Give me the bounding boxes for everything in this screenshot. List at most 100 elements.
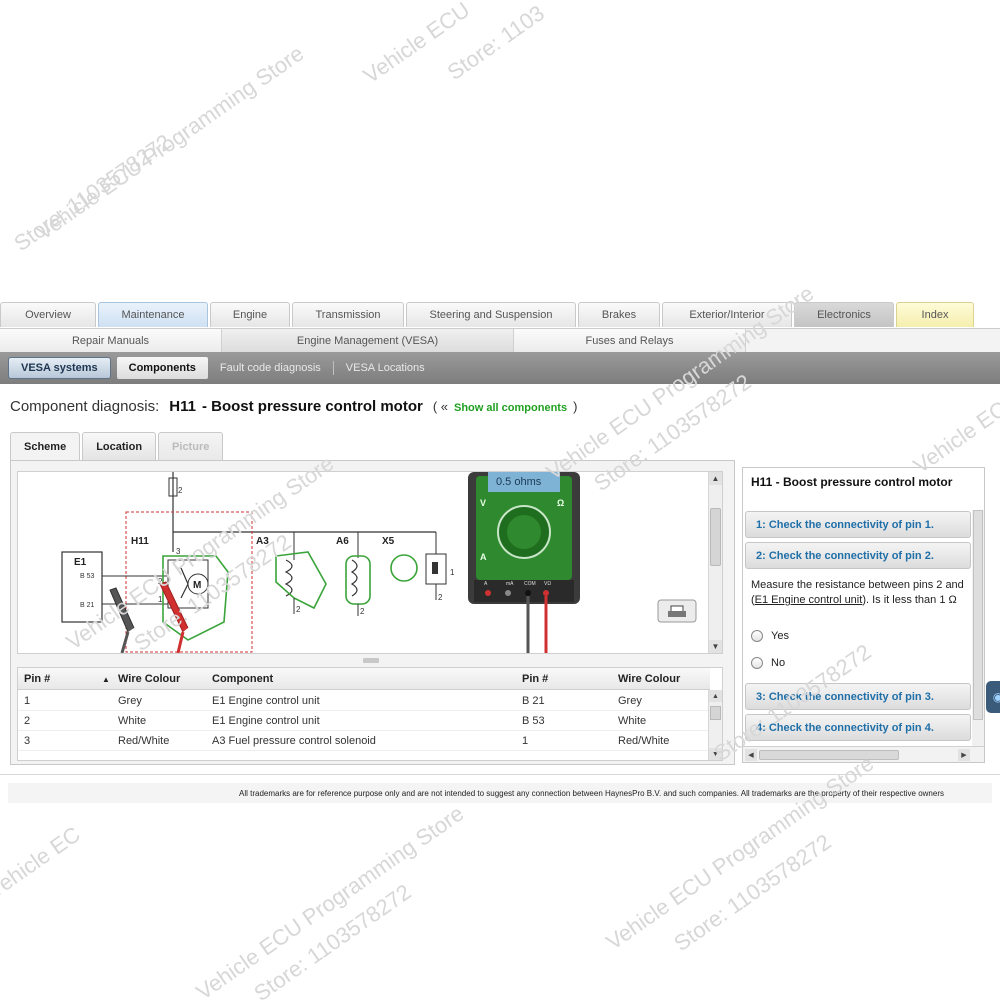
instruction-line-1: Measure the resistance between pins 2 an… [751, 579, 964, 591]
watermark: Vehicle ECU Programming Store [191, 800, 469, 1000]
component-name: - Boost pressure control motor [201, 398, 423, 415]
tab-transmission[interactable]: Transmission [292, 302, 404, 327]
pin-label: 2 [438, 593, 443, 602]
cell-wire-colour-2: Grey [618, 695, 642, 707]
step-4-button[interactable]: 4: Check the connectivity of pin 4. [745, 714, 971, 741]
page-title: Component diagnosis: H11 - Boost pressur… [10, 398, 577, 415]
main-tab-bar: Overview Maintenance Engine Transmission… [0, 302, 1000, 328]
components-button[interactable]: Components [116, 357, 208, 379]
tab-repair-manuals[interactable]: Repair Manuals [0, 329, 222, 353]
pin-label: 1 [450, 568, 455, 577]
tab-engine-management[interactable]: Engine Management (VESA) [222, 329, 514, 353]
paren-close: ) [573, 399, 578, 414]
answer-yes[interactable]: Yes [751, 630, 789, 642]
vesa-locations-button[interactable]: VESA Locations [334, 357, 437, 379]
cell-component: A3 Fuel pressure control solenoid [212, 735, 376, 747]
cell-pin: 1 [24, 695, 31, 707]
tab-engine[interactable]: Engine [210, 302, 290, 327]
side-toggle-icon[interactable]: ◉ [986, 681, 1000, 713]
wiring-diagram[interactable]: 2 H11 E1 B 53 B 21 3 2 1 M A3 2 A6 2 X5 … [17, 471, 723, 654]
meter-port-label: mA [506, 581, 514, 587]
table-row[interactable]: 1 Grey E1 Engine control unit B 21 Grey [18, 691, 710, 711]
scroll-thumb[interactable] [710, 508, 721, 566]
scroll-down-icon[interactable]: ▼ [709, 640, 722, 653]
col-pin-2[interactable]: Pin # [522, 673, 548, 685]
pin-label: 2 [296, 605, 301, 614]
scroll-right-icon[interactable]: ▶ [958, 749, 970, 761]
table-scrollbar[interactable]: ▲ ▼ [708, 690, 722, 760]
ecu-link[interactable]: E1 Engine control unit [755, 594, 863, 606]
col-wire-colour-2[interactable]: Wire Colour [618, 673, 680, 685]
step-1-button[interactable]: 1: Check the connectivity of pin 1. [745, 511, 971, 538]
col-wire-colour[interactable]: Wire Colour [118, 673, 180, 685]
cell-pin-2: B 53 [522, 715, 545, 727]
cell-pin-2: B 21 [522, 695, 545, 707]
no-radio[interactable] [751, 657, 763, 669]
tab-location[interactable]: Location [82, 432, 157, 460]
watermark: Vehicle ECU Programming Store [31, 40, 309, 245]
h11-label: H11 [131, 536, 149, 547]
table-row[interactable]: 3 Red/White A3 Fuel pressure control sol… [18, 731, 710, 751]
watermark: Vehicle EC [0, 821, 85, 904]
cell-wire-colour-2: Red/White [618, 735, 670, 747]
tab-maintenance[interactable]: Maintenance [98, 302, 208, 327]
scroll-down-icon[interactable]: ▼ [709, 748, 722, 760]
scroll-up-icon[interactable]: ▲ [709, 472, 722, 485]
vesa-systems-button[interactable]: VESA systems [8, 357, 111, 379]
scroll-thumb[interactable] [710, 706, 721, 720]
tab-brakes[interactable]: Brakes [578, 302, 660, 327]
show-all-components-link[interactable]: Show all components [454, 402, 567, 414]
app-window: Overview Maintenance Engine Transmission… [0, 300, 1000, 770]
e1-pin-b53: B 53 [80, 573, 95, 580]
cell-pin-2: 1 [522, 735, 529, 747]
tab-overview[interactable]: Overview [0, 302, 96, 327]
table-row[interactable] [18, 751, 710, 760]
tab-electronics[interactable]: Electronics [794, 302, 894, 327]
step-3-button[interactable]: 3: Check the connectivity of pin 3. [745, 683, 971, 710]
col-pin[interactable]: Pin # [24, 673, 50, 685]
cell-component: E1 Engine control unit [212, 695, 320, 707]
col-component[interactable]: Component [212, 673, 273, 685]
cell-wire-colour: Grey [118, 695, 142, 707]
fault-code-diagnosis-button[interactable]: Fault code diagnosis [208, 357, 333, 379]
meter-label-a: A [480, 552, 487, 562]
scroll-up-icon[interactable]: ▲ [709, 690, 722, 702]
a3-label: A3 [256, 536, 269, 547]
sort-asc-icon[interactable]: ▲ [102, 675, 110, 684]
watermark: Vehicle ECU Programming Store [601, 750, 879, 955]
scroll-thumb[interactable] [973, 510, 983, 720]
tab-scheme[interactable]: Scheme [10, 432, 81, 460]
footer-divider [0, 774, 1000, 775]
answer-no[interactable]: No [751, 657, 785, 669]
page-title-label: Component diagnosis: [10, 398, 160, 415]
meter-port-label: VΩ [544, 581, 551, 587]
tab-fuses-relays[interactable]: Fuses and Relays [514, 329, 746, 353]
diagram-scrollbar[interactable]: ▲ ▼ [708, 472, 722, 653]
wiring-diagram-svg: 2 H11 E1 B 53 B 21 3 2 1 M A3 2 A6 2 X5 … [61, 472, 697, 653]
scheme-panel: 2 H11 E1 B 53 B 21 3 2 1 M A3 2 A6 2 X5 … [10, 460, 735, 765]
side-panel-title: H11 - Boost pressure control motor [751, 475, 953, 489]
meter-reading: 0.5 ohms [496, 476, 542, 488]
tab-picture[interactable]: Picture [158, 432, 224, 460]
side-scrollbar[interactable] [972, 510, 984, 746]
table-header: Pin # ▲ Wire Colour Component Pin # Wire… [18, 668, 710, 690]
watermark: Vehicle ECU [358, 0, 475, 89]
panel-splitter-handle[interactable] [363, 658, 379, 663]
tab-exterior-interior[interactable]: Exterior/Interior [662, 302, 792, 327]
step-2-button[interactable]: 2: Check the connectivity of pin 2. [745, 542, 971, 569]
pin-label: 2 [178, 486, 183, 495]
meter-port-label: COM [524, 581, 536, 587]
a6-label: A6 [336, 536, 349, 547]
cell-wire-colour-2: White [618, 715, 647, 727]
tab-index[interactable]: Index [896, 302, 974, 327]
yes-radio[interactable] [751, 630, 763, 642]
a6-outline [345, 555, 371, 605]
meter-label-v: V [480, 498, 486, 508]
table-row[interactable]: 2 White E1 Engine control unit B 53 Whit… [18, 711, 710, 731]
side-horizontal-scrollbar[interactable]: ◀ ▶ [743, 746, 984, 762]
pin-label: 3 [176, 547, 181, 556]
diagnosis-steps-panel: H11 - Boost pressure control motor 1: Ch… [742, 467, 985, 763]
scroll-left-icon[interactable]: ◀ [745, 749, 757, 761]
tab-steering-suspension[interactable]: Steering and Suspension [406, 302, 576, 327]
scroll-thumb[interactable] [759, 750, 899, 760]
